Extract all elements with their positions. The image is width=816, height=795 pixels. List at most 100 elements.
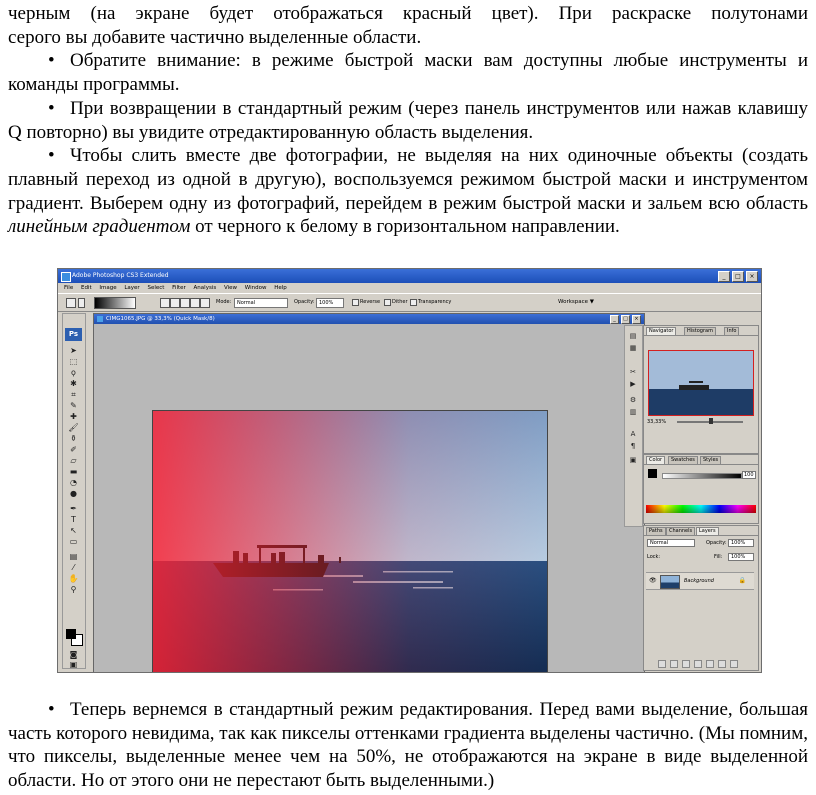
screen-mode-icon[interactable]: ▣ [68, 660, 79, 669]
eyedropper-tool-icon[interactable]: ⁄ [68, 563, 79, 572]
new-layer-button[interactable] [718, 660, 726, 668]
move-tool-icon[interactable]: ➤ [68, 346, 79, 355]
menu-edit[interactable]: Edit [81, 283, 92, 293]
info-icon[interactable]: ▣ [628, 456, 638, 465]
zoom-tool-icon[interactable]: ⚲ [68, 585, 79, 594]
menu-analysis[interactable]: Analysis [194, 283, 217, 293]
document-minimize-button[interactable]: _ [610, 315, 619, 324]
new-group-button[interactable] [706, 660, 714, 668]
menu-image[interactable]: Image [99, 283, 116, 293]
menu-filter[interactable]: Filter [172, 283, 186, 293]
history-icon[interactable]: ⚙ [628, 396, 638, 405]
transparency-checkbox[interactable] [410, 299, 417, 306]
mode-select[interactable]: Normal [234, 298, 288, 308]
layer-comps-icon[interactable]: ▥ [628, 408, 638, 417]
lock-icon: 🔒 [738, 577, 746, 584]
layer-thumbnail [660, 575, 680, 589]
angle-gradient-button[interactable] [180, 298, 190, 308]
dither-checkbox[interactable] [384, 299, 391, 306]
foreground-color-swatch[interactable] [66, 629, 76, 639]
blend-mode-select[interactable]: Normal [647, 539, 695, 547]
zoom-slider-handle[interactable] [709, 418, 713, 424]
pen-tool-icon[interactable]: ✒ [68, 504, 79, 513]
add-mask-button[interactable] [682, 660, 690, 668]
reverse-checkbox[interactable] [352, 299, 359, 306]
image-canvas[interactable] [152, 410, 548, 672]
notes-tool-icon[interactable]: ▤ [68, 552, 79, 561]
menu-window[interactable]: Window [245, 283, 267, 293]
paragraph-icon[interactable]: ¶ [628, 442, 638, 451]
tool-presets-icon[interactable]: ▦ [628, 344, 638, 353]
linear-gradient-button[interactable] [160, 298, 170, 308]
maximize-button[interactable]: □ [732, 271, 744, 282]
magic-wand-tool-icon[interactable]: ✱ [68, 379, 79, 388]
dither-label: Dither [392, 299, 408, 305]
eraser-tool-icon[interactable]: ▱ [68, 456, 79, 465]
clone-source-icon[interactable]: ✂ [628, 368, 638, 377]
close-button[interactable]: × [746, 271, 758, 282]
delete-layer-button[interactable] [730, 660, 738, 668]
fill-input[interactable]: 100% [728, 553, 754, 561]
menu-layer[interactable]: Layer [124, 283, 139, 293]
layer-name[interactable]: Background [684, 578, 714, 584]
color-slider[interactable] [662, 473, 742, 479]
tab-histogram[interactable]: Histogram [684, 327, 716, 335]
layer-row-background[interactable]: 👁 Background 🔒 [646, 572, 754, 590]
slice-tool-icon[interactable]: ✎ [68, 401, 79, 410]
tab-layers[interactable]: Layers [696, 527, 719, 535]
type-tool-icon[interactable]: T [68, 515, 79, 524]
navigator-zoom-value[interactable]: 33,33% [647, 419, 666, 425]
layer-style-button[interactable] [670, 660, 678, 668]
tool-preset-dropdown[interactable] [78, 298, 85, 308]
layer-opacity-value: 100% [731, 540, 746, 546]
tab-info[interactable]: Info [724, 327, 740, 335]
brushes-icon[interactable]: ▤ [628, 332, 638, 341]
character-icon[interactable]: A [628, 430, 638, 439]
color-value-input[interactable]: 100 [742, 471, 756, 479]
color-fg-swatch[interactable] [648, 469, 657, 478]
brush-tool-icon[interactable]: 🖌 [68, 423, 79, 432]
tab-styles[interactable]: Styles [700, 456, 722, 464]
minimize-button[interactable]: _ [718, 271, 730, 282]
reflected-gradient-button[interactable] [190, 298, 200, 308]
shape-tool-icon[interactable]: ▭ [68, 537, 79, 546]
tab-channels[interactable]: Channels [666, 527, 696, 535]
path-selection-tool-icon[interactable]: ↖ [68, 526, 79, 535]
menu-view[interactable]: View [224, 283, 237, 293]
lasso-tool-icon[interactable]: ϙ [68, 368, 79, 377]
actions-icon[interactable]: ▶ [628, 380, 638, 389]
quick-mask-mode-icon[interactable]: ◙ [68, 650, 79, 659]
link-layers-button[interactable] [658, 660, 666, 668]
tab-color[interactable]: Color [646, 456, 666, 464]
document-maximize-button[interactable]: □ [621, 315, 630, 324]
menu-help[interactable]: Help [274, 283, 287, 293]
healing-brush-tool-icon[interactable]: ✚ [68, 412, 79, 421]
workspace-button[interactable]: Workspace ▼ [558, 299, 594, 305]
hand-tool-icon[interactable]: ✋ [68, 574, 79, 583]
tab-navigator[interactable]: Navigator [646, 327, 677, 335]
menu-file[interactable]: File [64, 283, 73, 293]
blur-tool-icon[interactable]: ◔ [68, 478, 79, 487]
tab-paths[interactable]: Paths [646, 527, 666, 535]
color-panel: Color Swatches Styles 100 [643, 454, 759, 524]
opacity-input[interactable]: 100% [316, 298, 344, 308]
radial-gradient-button[interactable] [170, 298, 180, 308]
gradient-tool-icon[interactable] [66, 298, 76, 308]
italic-term: линейным градиентом [8, 216, 191, 238]
eye-icon[interactable]: 👁 [649, 577, 657, 584]
tab-swatches[interactable]: Swatches [668, 456, 698, 464]
diamond-gradient-button[interactable] [200, 298, 210, 308]
adjustment-layer-button[interactable] [694, 660, 702, 668]
navigator-thumbnail[interactable] [648, 350, 754, 416]
gradient-swatch[interactable] [94, 297, 136, 309]
layer-opacity-input[interactable]: 100% [728, 539, 754, 547]
marquee-tool-icon[interactable]: ⬚ [68, 357, 79, 366]
crop-tool-icon[interactable]: ⌗ [68, 390, 79, 399]
color-ramp[interactable] [646, 505, 756, 513]
document-close-button[interactable]: × [632, 315, 641, 324]
clone-stamp-tool-icon[interactable]: ⚱ [68, 434, 79, 443]
history-brush-tool-icon[interactable]: ✐ [68, 445, 79, 454]
gradient-tool-icon[interactable]: ▬ [68, 467, 79, 476]
menu-select[interactable]: Select [147, 283, 164, 293]
dodge-tool-icon[interactable]: ● [68, 489, 79, 498]
